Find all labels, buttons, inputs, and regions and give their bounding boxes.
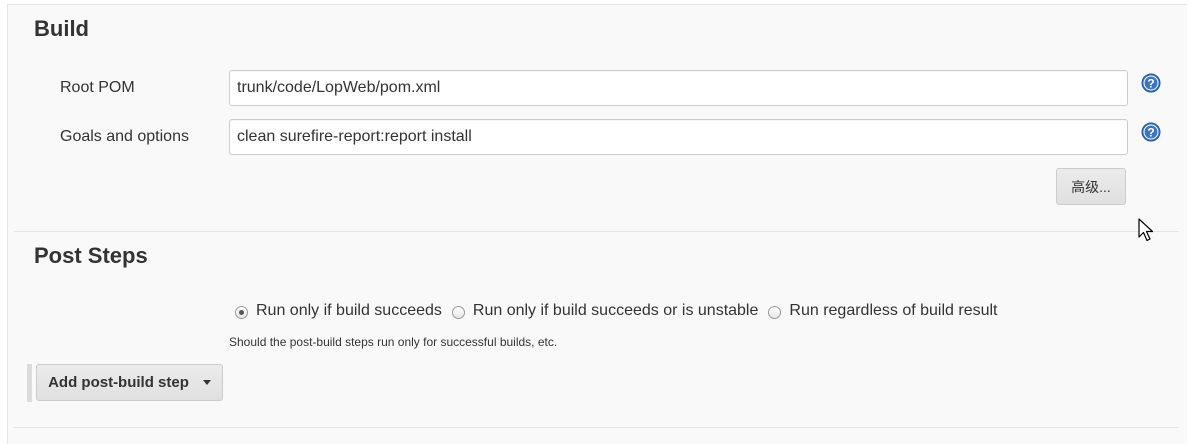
add-post-build-step-button[interactable]: Add post-build step <box>36 364 223 401</box>
radio-run-regardless[interactable]: Run regardless of build result <box>768 302 998 320</box>
svg-text:?: ? <box>1147 126 1154 140</box>
radio-label: Run regardless of build result <box>789 302 998 319</box>
radio-label: Run only if build succeeds or is unstabl… <box>472 302 759 319</box>
radio-label: Run only if build succeeds <box>256 302 442 319</box>
help-icon[interactable]: ? <box>1141 122 1161 142</box>
radio-dot <box>239 309 244 315</box>
add-post-build-step-label: Add post-build step <box>48 374 189 391</box>
help-icon[interactable]: ? <box>1141 73 1161 93</box>
section-divider <box>14 231 1179 232</box>
radio-run-if-success[interactable]: Run only if build succeeds <box>235 302 442 320</box>
add-step-accent-bar <box>27 364 32 402</box>
radio-button-selected[interactable] <box>235 305 248 319</box>
bottom-divider <box>14 427 1179 428</box>
build-section-title: Build <box>34 16 89 41</box>
svg-text:?: ? <box>1147 77 1154 91</box>
post-steps-radio-group: Run only if build succeeds Run only if b… <box>235 302 1008 320</box>
radio-button[interactable] <box>768 305 782 319</box>
radio-button[interactable] <box>451 305 465 319</box>
post-steps-help-text: Should the post-build steps run only for… <box>229 335 558 349</box>
root-pom-label: Root POM <box>60 79 135 96</box>
caret-down-icon <box>202 380 211 385</box>
advanced-button[interactable]: 高级... <box>1056 168 1126 205</box>
mouse-pointer-icon <box>1138 218 1154 242</box>
goals-options-label: Goals and options <box>60 128 189 145</box>
root-pom-input[interactable] <box>229 70 1128 106</box>
goals-options-input[interactable] <box>229 119 1128 155</box>
radio-run-if-success-or-unstable[interactable]: Run only if build succeeds or is unstabl… <box>451 302 759 320</box>
post-steps-section-title: Post Steps <box>34 243 148 268</box>
